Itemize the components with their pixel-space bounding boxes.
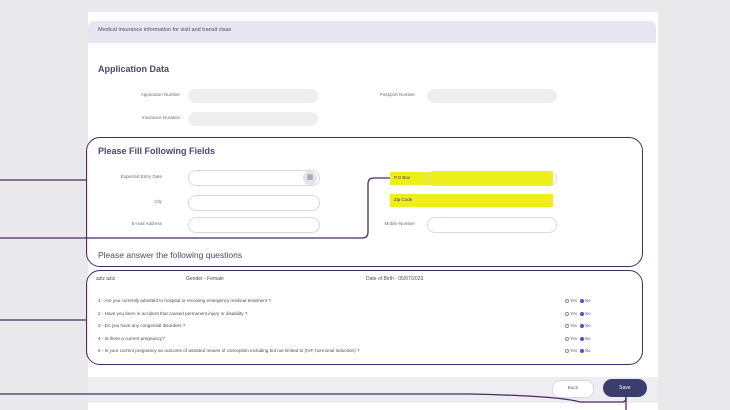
annotation-lines xyxy=(0,177,627,410)
